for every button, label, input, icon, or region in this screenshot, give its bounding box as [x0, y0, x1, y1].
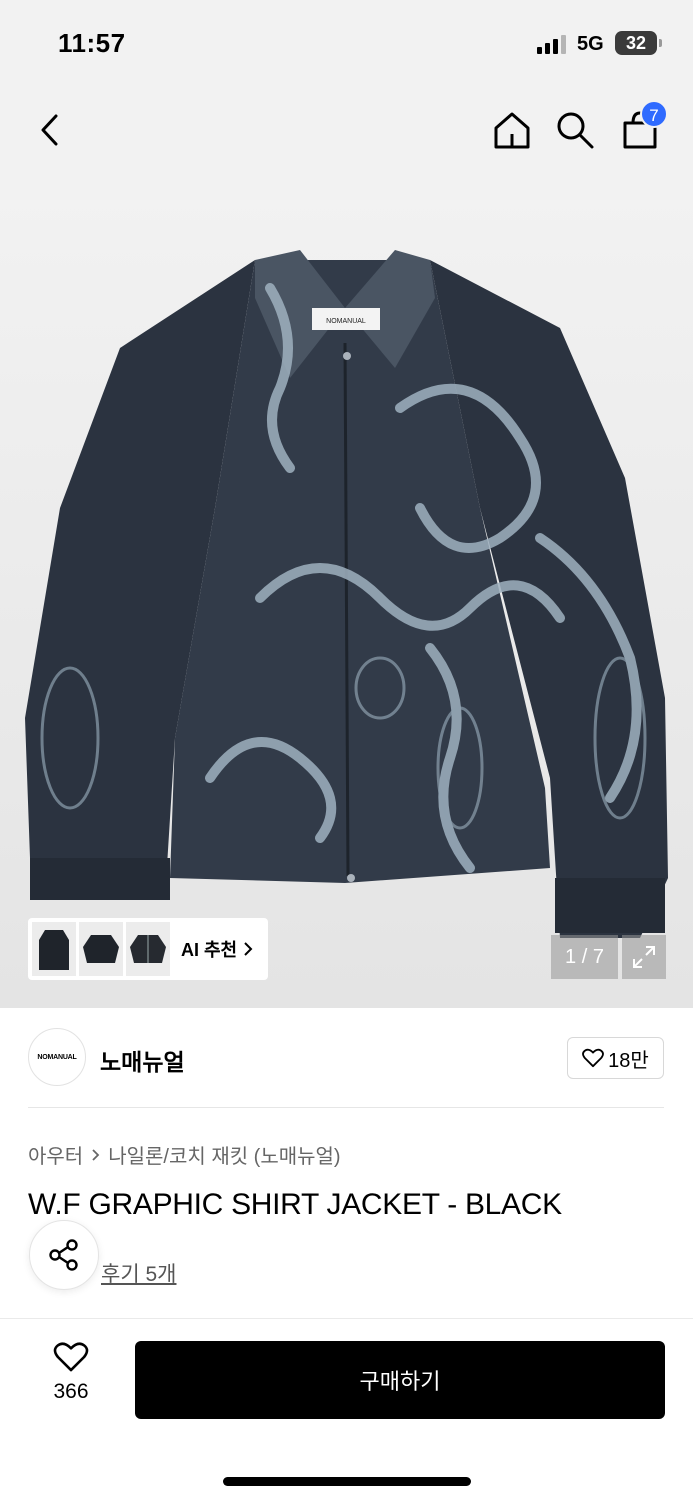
brand-logo[interactable]: NOMANUAL: [28, 1028, 86, 1086]
ai-recommend-label: AI 추천: [181, 940, 238, 960]
product-image-carousel[interactable]: NOMANUAL AI 추천 1 / 7: [0, 178, 693, 1008]
ai-thumb-1[interactable]: [32, 922, 76, 976]
status-bar: 11:57 5G 32: [0, 0, 693, 88]
chevron-right-icon: [92, 1148, 100, 1161]
heart-icon: [582, 1048, 605, 1068]
heart-icon: [53, 1342, 89, 1372]
review-link[interactable]: 후기 5개: [101, 1258, 176, 1288]
brand-row: NOMANUAL 노매뉴얼 18만: [0, 1008, 693, 1108]
breadcrumb-item-category[interactable]: 나일론/코치 재킷 (노매뉴얼): [108, 1140, 340, 1169]
battery-icon: 32: [615, 31, 662, 55]
wish-button[interactable]: 366: [40, 1341, 102, 1404]
brand-name[interactable]: 노매뉴얼: [100, 1043, 185, 1077]
neck-tag-text: NOMANUAL: [326, 318, 366, 325]
back-button[interactable]: [26, 106, 74, 154]
jacket-thumb-icon: [83, 935, 119, 963]
cart-count-badge: 7: [640, 100, 668, 128]
search-button[interactable]: [551, 106, 599, 154]
home-indicator: [223, 1477, 471, 1486]
wish-count: 366: [53, 1380, 89, 1403]
expand-icon: [633, 946, 655, 968]
brand-like-count: 18만: [608, 1049, 649, 1072]
top-nav: 7: [0, 88, 693, 178]
expand-image-button[interactable]: [622, 935, 666, 979]
image-counter: 1 / 7: [551, 935, 618, 979]
brand-like-button[interactable]: 18만: [567, 1037, 664, 1079]
signal-icon: [537, 35, 566, 54]
jacket-thumb-icon: [130, 935, 166, 963]
cart-button[interactable]: 7: [616, 100, 668, 154]
network-label: 5G: [577, 33, 604, 55]
bottom-action-bar: 366 구매하기: [0, 1318, 693, 1500]
chevron-right-icon: [244, 942, 253, 956]
status-time: 11:57: [58, 28, 126, 58]
buy-button[interactable]: 구매하기: [135, 1341, 665, 1419]
search-icon: [557, 112, 594, 149]
product-title: W.F GRAPHIC SHIRT JACKET - BLACK: [28, 1188, 562, 1221]
breadcrumb: 아우터 나일론/코치 재킷 (노매뉴얼): [28, 1140, 341, 1169]
share-icon: [49, 1239, 78, 1271]
back-icon: [41, 114, 58, 146]
jacket-thumb-icon: [39, 930, 69, 970]
share-button[interactable]: [29, 1220, 99, 1290]
ai-thumb-3[interactable]: [126, 922, 170, 976]
divider: [28, 1107, 664, 1108]
home-icon: [494, 112, 530, 149]
ai-recommend-box[interactable]: AI 추천: [28, 918, 268, 980]
home-button[interactable]: [488, 106, 536, 154]
breadcrumb-item-outer[interactable]: 아우터: [28, 1140, 83, 1169]
product-image: NOMANUAL: [25, 250, 668, 938]
ai-thumb-2[interactable]: [79, 922, 123, 976]
